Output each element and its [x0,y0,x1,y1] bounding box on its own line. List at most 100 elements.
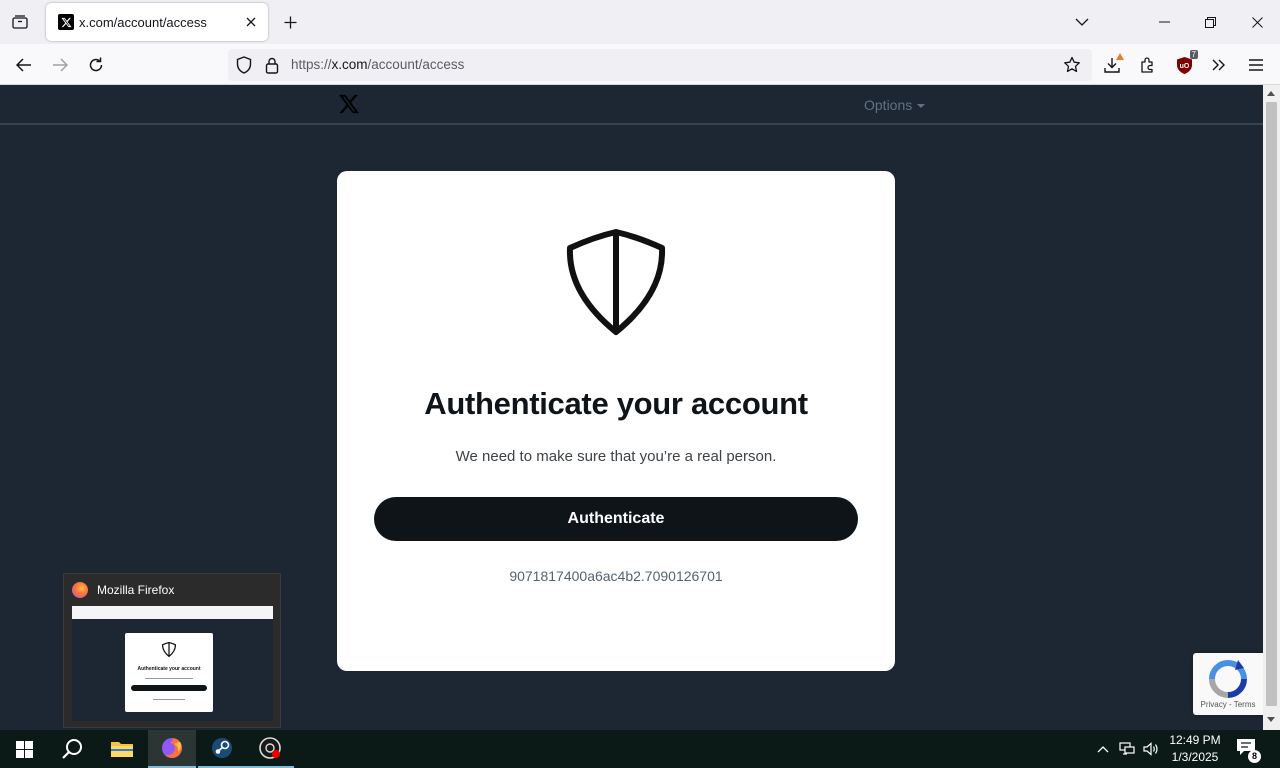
firefox-icon [162,738,182,758]
url-text[interactable]: https://x.com/account/access [291,57,464,72]
shield-icon [566,229,666,335]
plus-icon [284,16,296,28]
page-subtitle: We need to make sure that you’re a real … [455,448,777,465]
preview-card-title: Authenticate your account [137,666,201,672]
recaptcha-links[interactable]: Privacy - Terms [1193,700,1263,709]
clock-time: 12:49 PM [1169,733,1221,747]
url-host: x.com [331,57,368,72]
warning-icon [1116,53,1124,60]
preview-thumbnail[interactable]: Authenticate your account [72,606,273,721]
obs-taskbar-button[interactable] [246,730,294,768]
firefox-icon [72,582,88,598]
clock-date: 1/3/2025 [1171,750,1219,764]
downloads-button[interactable] [1100,53,1124,77]
new-tab-button[interactable] [280,12,300,32]
recaptcha-badge[interactable]: Privacy - Terms [1193,653,1263,715]
reload-icon [89,57,103,72]
options-dropdown[interactable]: Options [864,97,926,113]
page-scrollbar[interactable] [1263,85,1280,730]
x-logo-icon[interactable] [338,93,360,115]
tab-bar: x.com/account/access [0,0,1280,44]
app-menu-button[interactable] [1244,53,1268,77]
recaptcha-icon [1209,660,1247,698]
chevron-up-icon [1097,746,1109,753]
preview-title: Mozilla Firefox [97,583,175,597]
recording-app-icon [259,737,281,759]
verification-id: 9071817400a6ac4b2.7090126701 [509,568,723,584]
chevron-down-icon [1075,18,1089,26]
folder-icon [111,742,133,757]
preview-button [131,685,207,691]
preview-browser-chrome [72,606,273,619]
tab-close-button[interactable] [242,13,260,31]
network-button[interactable] [1118,740,1136,758]
close-icon [1251,16,1263,28]
close-window-button[interactable] [1246,11,1268,33]
hamburger-icon [1249,59,1263,71]
double-chevron-right-icon [1212,59,1225,71]
start-button[interactable] [0,730,48,768]
ublock-badge: 7 [1189,50,1198,59]
list-all-tabs-button[interactable] [1071,11,1093,33]
puzzle-icon [1141,57,1153,73]
action-center-button[interactable]: 8 [1236,738,1261,763]
preview-subtitle-line [145,678,193,679]
tracking-protection-icon[interactable] [235,56,253,74]
navigation-toolbar: https://x.com/account/access uO 7 [0,44,1280,85]
preview-id-line [153,699,185,700]
extensions-button[interactable] [1136,53,1160,77]
arrow-left-icon [16,58,31,72]
search-icon [62,739,82,759]
minimize-icon [1158,21,1170,23]
shield-icon [236,56,252,74]
address-bar[interactable]: https://x.com/account/access [228,49,1092,81]
caret-down-icon [917,104,926,109]
star-icon [1064,56,1080,73]
ublock-origin-button[interactable]: uO 7 [1172,50,1198,77]
notification-count: 8 [1248,750,1261,763]
options-label: Options [864,97,913,113]
network-icon [1119,742,1135,755]
preview-card: Authenticate your account [125,633,213,712]
windows-taskbar: 12:49 PM 1/3/2025 8 [0,730,1280,768]
site-security-icon[interactable] [263,56,281,74]
x-favicon-icon [58,14,74,30]
reload-button[interactable] [84,53,108,77]
scrollbar-thumb[interactable] [1266,102,1277,706]
tab-title: x.com/account/access [79,15,207,30]
volume-button[interactable] [1142,740,1160,758]
tab-overview-icon [12,15,28,29]
show-hidden-icons-button[interactable] [1094,740,1112,758]
page-title: Authenticate your account [424,386,808,421]
back-button[interactable] [12,53,36,77]
steam-icon [212,738,232,758]
authenticate-button[interactable]: Authenticate [374,497,858,541]
browser-tab[interactable]: x.com/account/access [46,3,268,41]
tab-overview-button[interactable] [8,11,32,33]
restore-icon [1204,16,1216,28]
authentication-card: Authenticate your account We need to mak… [337,171,895,671]
speaker-icon [1142,742,1158,756]
bookmark-star-button[interactable] [1063,56,1081,74]
system-clock[interactable]: 12:49 PM 1/3/2025 [1162,732,1228,766]
file-explorer-button[interactable] [98,730,146,768]
site-header: Options [0,85,1263,125]
lock-icon [265,57,279,74]
minimize-button[interactable] [1153,11,1175,33]
steam-taskbar-button[interactable] [198,730,246,768]
scroll-up-icon[interactable] [1267,91,1275,96]
shield-icon [162,642,176,657]
close-icon [246,17,256,27]
scroll-down-icon[interactable] [1267,717,1275,722]
more-tools-button[interactable] [1207,53,1231,77]
arrow-right-icon [53,58,68,72]
svg-text:uO: uO [1179,63,1189,70]
url-path: /account/access [367,57,465,72]
firefox-taskbar-button[interactable] [148,730,196,768]
forward-button[interactable] [48,53,72,77]
taskbar-window-preview[interactable]: Mozilla Firefox Authenticate your accoun… [63,573,281,728]
url-scheme: https:// [291,57,332,72]
restore-button[interactable] [1199,11,1221,33]
windows-logo-icon [15,740,33,758]
search-button[interactable] [48,730,96,768]
